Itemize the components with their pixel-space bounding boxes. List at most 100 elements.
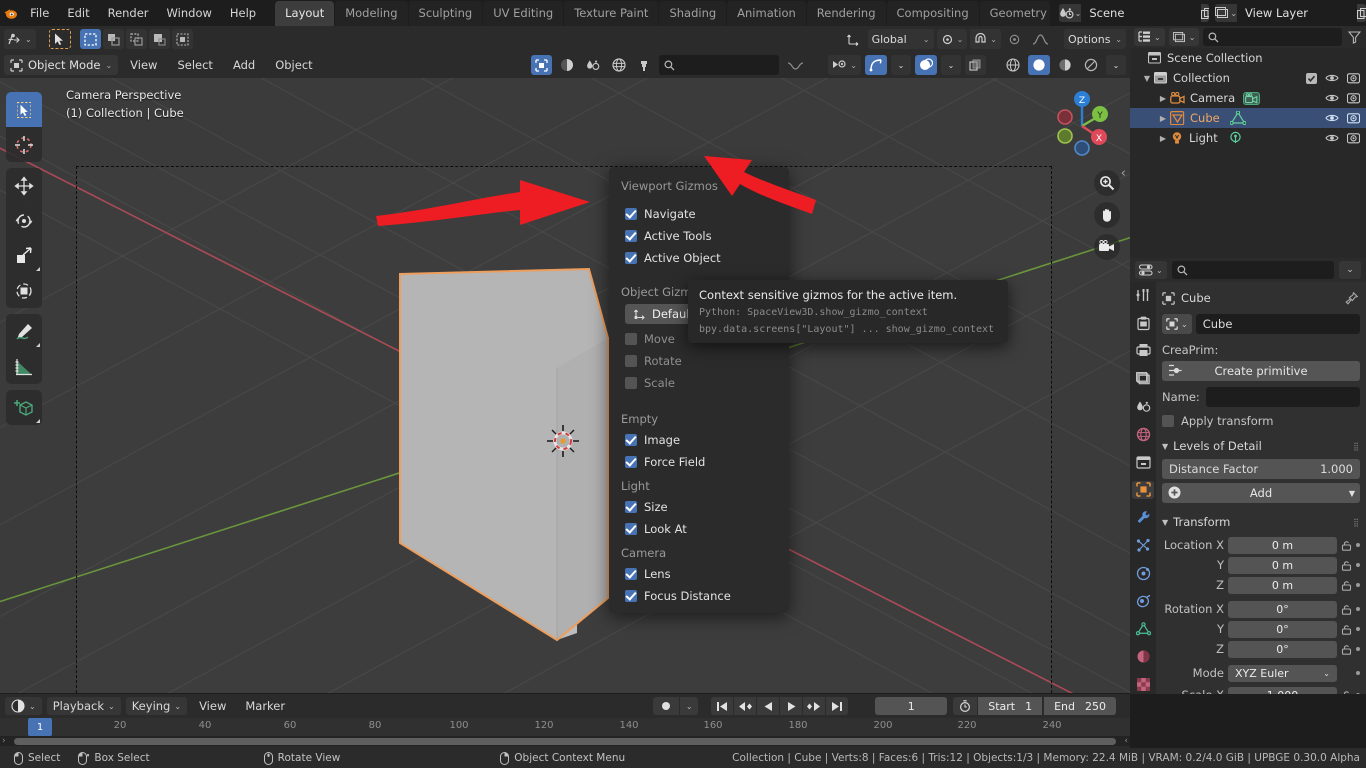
viewport-menu-select[interactable]: Select [169, 56, 220, 74]
tab-render[interactable] [1132, 314, 1154, 333]
lock-icon[interactable] [1341, 540, 1352, 551]
outliner-row-collection[interactable]: ▼ Collection [1130, 68, 1366, 88]
camera-render-icon[interactable] [1347, 72, 1360, 84]
pan-hand-icon[interactable] [1094, 202, 1120, 228]
animate-property-dot[interactable] [1356, 627, 1360, 631]
move-checkbox[interactable] [625, 333, 637, 345]
jump-to-next-keyframe-button[interactable] [803, 697, 826, 715]
timeline-editor-type-button[interactable]: ⌄ [5, 697, 42, 715]
tool-tweak[interactable] [6, 92, 42, 127]
rotation-mode-dropdown[interactable]: XYZ Euler ⌄ [1228, 664, 1337, 682]
gizmo-toggle-button[interactable] [865, 55, 887, 75]
tab-modeling[interactable]: Modeling [335, 1, 408, 26]
outliner-display-mode-button[interactable]: ⌄ [1168, 28, 1200, 46]
scrollbar-left-arrow-icon[interactable]: › [2, 736, 6, 746]
object-mode-select-icon[interactable] [531, 55, 553, 75]
eye-icon[interactable] [1325, 133, 1339, 143]
rotation-z-input[interactable]: 0° [1228, 640, 1337, 658]
tab-rendering[interactable]: Rendering [806, 1, 886, 26]
outliner-row-cube[interactable]: ▶ Cube [1130, 108, 1366, 128]
tool-add-cube[interactable] [6, 390, 42, 425]
sidebar-expand-icon[interactable]: ‹ [1121, 166, 1126, 181]
location-y-input[interactable]: 0 m [1228, 556, 1337, 574]
tab-output[interactable] [1132, 342, 1154, 361]
navigate-checkbox[interactable] [625, 208, 637, 220]
look-at-checkbox[interactable] [625, 523, 637, 535]
visibility-dropdown[interactable]: ⌄ [828, 55, 861, 75]
auto-keying-toggle[interactable] [653, 697, 680, 715]
cube-disclosure-triangle[interactable]: ▶ [1156, 114, 1170, 123]
outliner-row-scene-collection[interactable]: Scene Collection [1130, 48, 1366, 68]
timeline-menu-marker[interactable]: Marker [238, 699, 292, 713]
tab-texture[interactable] [1132, 675, 1154, 694]
camera-render-icon[interactable] [1347, 92, 1360, 104]
light-data-icon[interactable] [1228, 131, 1243, 145]
rotation-x-input[interactable]: 0° [1228, 600, 1337, 618]
distance-factor-slider[interactable]: Distance Factor 1.000 [1162, 459, 1360, 479]
lock-icon[interactable] [1341, 690, 1352, 694]
navigation-gizmo[interactable]: Z Y X [1042, 86, 1122, 166]
tab-scene[interactable] [1132, 397, 1154, 416]
active-object-checkbox[interactable] [625, 252, 637, 264]
animate-property-dot[interactable] [1356, 583, 1360, 587]
timeline-scrollbar-thumb[interactable] [14, 738, 1116, 745]
menu-window[interactable]: Window [158, 3, 221, 23]
panel-grip-icon[interactable]: ⣿ [1353, 518, 1360, 527]
tool-annotate[interactable] [6, 314, 42, 349]
tab-animation[interactable]: Animation [727, 1, 806, 26]
viewport-menu-view[interactable]: View [122, 56, 165, 74]
animate-property-dot[interactable] [1356, 693, 1360, 694]
tab-geometry-nodes[interactable]: Geometry Nod [979, 1, 1050, 26]
world-icon[interactable] [608, 55, 630, 75]
eye-icon[interactable] [1325, 113, 1339, 123]
tab-tool[interactable] [1132, 286, 1154, 305]
proportional-edit-toggle[interactable] [1004, 29, 1025, 49]
camera-render-icon[interactable] [1347, 132, 1360, 144]
auto-keying-dropdown[interactable]: ⌄ [680, 697, 699, 715]
proportional-falloff-dropdown[interactable] [1028, 29, 1053, 49]
timeline-ruler[interactable]: 1 20 40 60 80 100 120 140 160 180 200 22… [0, 718, 1130, 736]
select-subtract-button[interactable] [125, 29, 147, 49]
lock-icon[interactable] [1341, 624, 1352, 635]
lens-checkbox[interactable] [625, 568, 637, 580]
tool-transform[interactable] [6, 273, 42, 308]
collection-exclude-checkbox[interactable] [1306, 72, 1317, 84]
falloff-curve-icon[interactable] [783, 55, 808, 75]
eye-icon[interactable] [1325, 73, 1339, 83]
object-name-input[interactable]: Cube [1195, 314, 1360, 334]
tab-view-layer[interactable] [1132, 369, 1154, 388]
view-layer-selector[interactable]: ⌄ View Layer ✕ [1215, 4, 1366, 22]
header-search-input[interactable] [659, 55, 780, 75]
jump-to-start-button[interactable] [711, 697, 734, 715]
3d-viewport[interactable]: Camera Perspective (1) Collection | Cube [0, 78, 1130, 693]
tool-measure[interactable] [6, 349, 42, 384]
timeline-playhead[interactable]: 1 [28, 718, 52, 736]
play-button[interactable] [780, 697, 803, 715]
shading-half-icon[interactable] [556, 55, 578, 75]
shading-solid-button[interactable] [1028, 55, 1050, 75]
outliner-row-light[interactable]: ▶ Light [1130, 128, 1366, 148]
shading-rendered-button[interactable] [1080, 55, 1102, 75]
tool-rotate[interactable] [6, 203, 42, 238]
menu-render[interactable]: Render [99, 3, 158, 23]
gizmo-empty-force-field-row[interactable]: Force Field [609, 451, 789, 473]
shading-wireframe-button[interactable] [1002, 55, 1024, 75]
tab-particles[interactable] [1132, 536, 1154, 555]
camera-render-icon[interactable] [1347, 112, 1360, 124]
gizmo-camera-focus-distance-row[interactable]: Focus Distance [609, 585, 789, 607]
cube-object[interactable] [0, 78, 1130, 693]
tab-world[interactable] [1132, 425, 1154, 444]
force-field-checkbox[interactable] [625, 456, 637, 468]
frame-end-input[interactable]: End 250 [1044, 697, 1116, 715]
camera-view-icon[interactable] [1094, 234, 1120, 260]
properties-search-input[interactable] [1171, 261, 1334, 279]
rotation-y-input[interactable]: 0° [1228, 620, 1337, 638]
zoom-icon[interactable] [1094, 170, 1120, 196]
tab-physics[interactable] [1132, 564, 1154, 583]
playback-menu[interactable]: Playback ⌄ [46, 697, 121, 715]
light-disclosure-triangle[interactable]: ▶ [1156, 134, 1170, 143]
viewport-menu-object[interactable]: Object [267, 56, 320, 74]
tab-layout[interactable]: Layout [275, 1, 335, 26]
tab-modifiers[interactable] [1132, 508, 1154, 527]
gizmo-rotate-row[interactable]: Rotate [609, 350, 789, 372]
